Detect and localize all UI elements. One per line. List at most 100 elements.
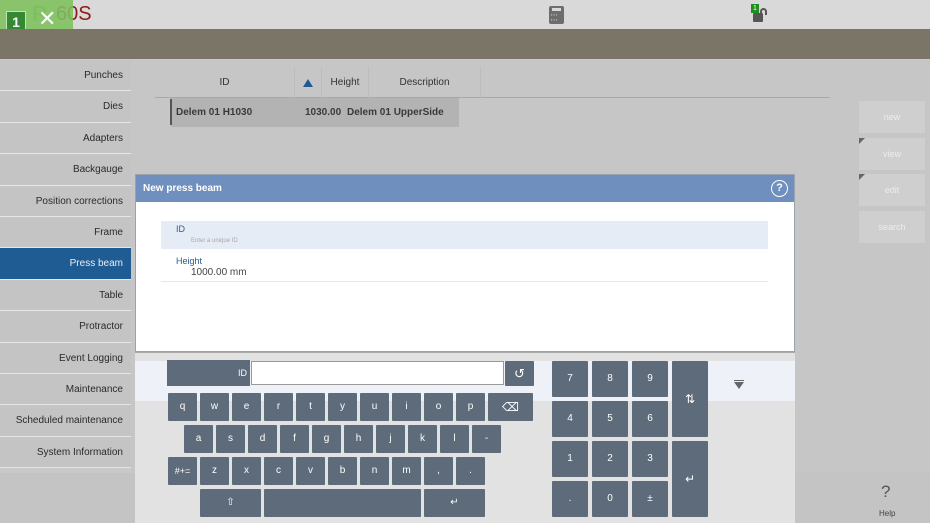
search-button[interactable]: search	[859, 211, 925, 243]
key-m[interactable]: m	[392, 457, 421, 485]
key-k[interactable]: k	[408, 425, 437, 453]
key-l[interactable]: l	[440, 425, 469, 453]
key-period[interactable]: .	[456, 457, 485, 485]
dialog-header: New press beam ?	[136, 175, 794, 202]
id-field-label: ID	[176, 224, 185, 234]
new-press-beam-dialog: New press beam ? ID Enter a unique ID He…	[135, 174, 795, 352]
column-sort-cell	[295, 67, 322, 98]
collapse-keyboard-line	[734, 380, 744, 381]
new-button[interactable]: new	[859, 101, 925, 133]
key-comma[interactable]: ,	[424, 457, 453, 485]
numkey-1[interactable]: 1	[552, 441, 588, 477]
sub-bar	[0, 29, 930, 59]
key-p[interactable]: p	[456, 393, 485, 421]
lock-badge: 1	[751, 4, 759, 13]
undo-icon[interactable]: ↺	[505, 361, 534, 386]
key-x[interactable]: x	[232, 457, 261, 485]
backspace-icon[interactable]: ⌫	[488, 393, 533, 421]
field-divider	[161, 281, 768, 282]
column-header-description[interactable]: Description	[369, 67, 481, 98]
sidebar-item-table[interactable]: Table	[0, 279, 131, 312]
key-s[interactable]: s	[216, 425, 245, 453]
key-w[interactable]: w	[200, 393, 229, 421]
dialog-title: New press beam	[143, 183, 222, 194]
numkey-3[interactable]: 3	[632, 441, 668, 477]
shift-icon[interactable]: ⇧	[200, 489, 261, 517]
key-a[interactable]: a	[184, 425, 213, 453]
help-label[interactable]: Help	[879, 509, 895, 518]
row-marker	[170, 99, 172, 125]
numkey-2[interactable]: 2	[592, 441, 628, 477]
key-n[interactable]: n	[360, 457, 389, 485]
key-o[interactable]: o	[424, 393, 453, 421]
numkey-7[interactable]: 7	[552, 361, 588, 397]
key-j[interactable]: j	[376, 425, 405, 453]
key-t[interactable]: t	[296, 393, 325, 421]
collapse-keyboard-icon[interactable]	[734, 382, 744, 389]
sidebar-item-press-beam[interactable]: Press beam	[0, 248, 131, 280]
keyboard-field-label: ID	[167, 360, 250, 386]
key-h[interactable]: h	[344, 425, 373, 453]
on-screen-keyboard: ID ↺ q w e r t y u i o p ⌫ a s d f g h j…	[135, 352, 795, 523]
edit-button[interactable]: edit	[859, 174, 925, 206]
key-i[interactable]: i	[392, 393, 421, 421]
sidebar-item-dies[interactable]: Dies	[0, 91, 131, 123]
sidebar-item-frame[interactable]: Frame	[0, 216, 131, 249]
key-v[interactable]: v	[296, 457, 325, 485]
key-dash[interactable]: -	[472, 425, 501, 453]
numkey-9[interactable]: 9	[632, 361, 668, 397]
key-e[interactable]: e	[232, 393, 261, 421]
id-field-placeholder: Enter a unique ID	[191, 238, 238, 244]
id-field[interactable]	[161, 221, 768, 249]
key-c[interactable]: c	[264, 457, 293, 485]
sidebar-item-event-logging[interactable]: Event Logging	[0, 342, 131, 374]
sidebar-item-punches[interactable]: Punches	[0, 60, 131, 92]
numkey-4[interactable]: 4	[552, 401, 588, 437]
column-header-height[interactable]: Height	[322, 67, 369, 98]
tab-up-down-icon[interactable]: ⇅	[672, 361, 708, 437]
sidebar-item-adapters[interactable]: Adapters	[0, 122, 131, 155]
cell-height: 1030.00	[305, 107, 342, 118]
sidebar-item-backgauge[interactable]: Backgauge	[0, 154, 131, 186]
symbols-key[interactable]: #+=	[168, 457, 197, 485]
key-b[interactable]: b	[328, 457, 357, 485]
help-icon[interactable]: ?	[881, 482, 890, 502]
numkey-plusminus[interactable]: ±	[632, 481, 668, 517]
key-f[interactable]: f	[280, 425, 309, 453]
key-g[interactable]: g	[312, 425, 341, 453]
calculator-icon[interactable]	[549, 6, 564, 24]
numpad-enter-icon[interactable]: ↵	[672, 441, 708, 517]
table-row[interactable]: Delem 01 H1030 1030.00 Delem 01 UpperSid…	[171, 98, 459, 127]
keyboard-input[interactable]	[251, 361, 504, 385]
view-button[interactable]: view	[859, 138, 925, 170]
column-header-id[interactable]: ID	[155, 67, 295, 98]
lock-icon[interactable]: 1	[751, 4, 771, 24]
numkey-5[interactable]: 5	[592, 401, 628, 437]
height-field-label: Height	[176, 256, 203, 266]
sidebar-item-system-information[interactable]: System Information	[0, 436, 131, 469]
sidebar: Punches Dies Adapters Backgauge Position…	[0, 60, 131, 469]
table-header: ID Height Description	[155, 67, 830, 98]
top-bar: P 60S 1	[0, 0, 930, 29]
key-r[interactable]: r	[264, 393, 293, 421]
height-field-value[interactable]: 1000.00 mm	[191, 267, 247, 278]
numkey-decimal[interactable]: .	[552, 481, 588, 517]
sidebar-item-scheduled-maintenance[interactable]: Scheduled maintenance	[0, 405, 131, 437]
key-u[interactable]: u	[360, 393, 389, 421]
numkey-6[interactable]: 6	[632, 401, 668, 437]
sidebar-item-position-corrections[interactable]: Position corrections	[0, 185, 131, 217]
key-q[interactable]: q	[168, 393, 197, 421]
cell-description: Delem 01 UpperSide	[347, 107, 444, 118]
help-circle-icon[interactable]: ?	[771, 180, 788, 197]
numkey-8[interactable]: 8	[592, 361, 628, 397]
enter-icon[interactable]: ↵	[424, 489, 485, 517]
key-y[interactable]: y	[328, 393, 357, 421]
key-d[interactable]: d	[248, 425, 277, 453]
sidebar-item-protractor[interactable]: Protractor	[0, 311, 131, 343]
cell-id: Delem 01 H1030	[176, 107, 253, 118]
sidebar-item-maintenance[interactable]: Maintenance	[0, 373, 131, 406]
numkey-0[interactable]: 0	[592, 481, 628, 517]
lock-body	[753, 13, 763, 22]
key-z[interactable]: z	[200, 457, 229, 485]
space-key[interactable]	[264, 489, 421, 517]
